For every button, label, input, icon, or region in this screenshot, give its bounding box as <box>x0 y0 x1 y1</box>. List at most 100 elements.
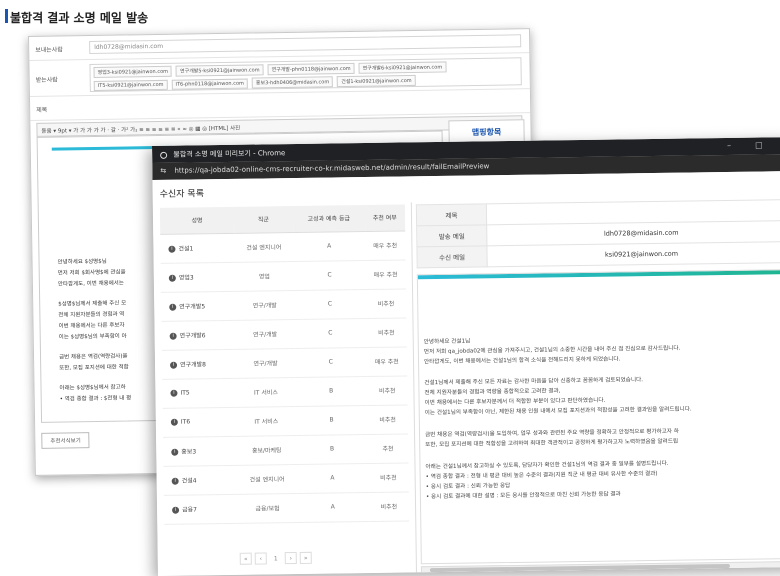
recipient-recommend: 비추천 <box>366 375 408 406</box>
column-header: 추천 여부 <box>364 204 406 232</box>
minimize-button[interactable]: – <box>727 141 731 150</box>
recipient-job: 연구/개발 <box>235 319 295 349</box>
table-row[interactable]: i IT5 IT 서비스 B 비추천 <box>162 375 408 408</box>
recipient-name: 연구개발5 <box>179 303 206 311</box>
table-row[interactable]: i 홍보3 홍보/마케팅 B 추천 <box>163 433 409 466</box>
recipient-recommend: 비추천 <box>365 317 407 348</box>
info-icon[interactable]: i <box>168 274 176 282</box>
recipient-name: 연구개발6 <box>179 332 206 340</box>
recipient-chip[interactable]: IT6-phn0118@jainwon.com <box>171 78 248 90</box>
mapping-panel-title: 맵핑항목 <box>471 127 502 138</box>
table-row[interactable]: i 영업3 영업 C 매우 추천 <box>160 259 407 292</box>
info-icon[interactable]: i <box>168 245 176 253</box>
email-line: 건설1님께서 제출해 주신 모든 자료는 감사한 마음을 담아 신중하고 꼼꼼하… <box>424 377 644 387</box>
last-page-button[interactable]: » <box>299 551 312 564</box>
recipient-grade: A <box>296 492 369 523</box>
recipient-chip[interactable]: 홍보3-hdh0406@midasin.com <box>251 76 334 89</box>
editor-line: • 역검 종합 결과 : $전형 내 평 <box>59 395 132 403</box>
recipient-job: 영업 <box>234 261 295 291</box>
editor-line: 이는 $성명$님의 부족함이 아 <box>58 333 127 341</box>
recipient-recommend: 추천 <box>367 433 409 464</box>
recipient-chip[interactable]: 연구개발-phn0118@jainwon.com <box>267 62 355 76</box>
info-value: ksi0921@jainwon.com <box>486 241 780 267</box>
info-icon[interactable]: i <box>170 389 178 397</box>
editor-line: 안녕하세요 $성명$님 <box>57 258 107 266</box>
recipient-grade: A <box>296 463 369 494</box>
column-header: 성명 <box>159 206 235 234</box>
info-icon[interactable]: i <box>169 332 177 340</box>
info-icon[interactable]: i <box>171 448 179 456</box>
info-icon[interactable]: i <box>171 477 179 485</box>
recipient-recommend: 비추천 <box>367 462 409 493</box>
recipient-recommend: 매우 추천 <box>365 259 407 290</box>
recipient-grade: C <box>294 347 367 378</box>
chrome-icon <box>160 151 168 159</box>
email-line: • 응시 검토 결과 : 신뢰 가능한 응답 <box>425 483 511 491</box>
recipient-table: 성명 직군 고성과 예측 등급 추천 여부 i 건설1 건설 엔지니어 A 매우 추천 … <box>159 204 410 524</box>
recipient-name: 연구개발8 <box>180 361 207 369</box>
recipient-job: 건설 엔지니어 <box>237 464 297 494</box>
editor-line: 안타깝게도, 이번 채용에서는 <box>57 280 124 288</box>
prev-page-button[interactable]: ‹ <box>254 552 267 565</box>
recipient-list-title: 수신자 목록 <box>159 189 205 200</box>
editor-line: 전체 지원자분들의 경험과 역 <box>58 311 125 319</box>
table-row[interactable]: i 금융7 금융/보험 A 비추천 <box>163 491 410 524</box>
recipient-grade: C <box>294 289 366 320</box>
email-line: 또한, 모집 포지션에 대한 적합성을 고려하여 최대한 객관적이고 공정하게 … <box>425 438 679 449</box>
recipient-chip[interactable]: 연구개발6-ksi0921@jainwon.com <box>358 61 447 74</box>
email-line: 전체 지원자분들의 경험과 역량을 종합적으로 고려한 결과, <box>424 388 561 397</box>
table-header-row: 성명 직군 고성과 예측 등급 추천 여부 <box>159 204 406 234</box>
next-page-button[interactable]: › <box>284 552 297 565</box>
current-page[interactable]: 1 <box>270 553 282 565</box>
recipient-name: 영업3 <box>178 274 194 282</box>
editor-line: 먼저 저희 $회사명$에 관심을 <box>57 269 126 277</box>
editor-line: 금번 채용은 역검(역량검사)을 <box>59 353 128 361</box>
email-accent-bar <box>417 270 780 280</box>
table-row[interactable]: i 연구개발5 연구/개발 C 비추천 <box>161 288 407 321</box>
info-label: 발송 메일 <box>416 224 487 247</box>
recipient-grade: C <box>293 260 366 291</box>
url-text[interactable]: https://qa-jobda02-online-cms-recruiter-… <box>174 162 489 174</box>
email-preview[interactable]: 안녕하세요 건설1님 먼저 저희 qa_jobda02에 관심을 가져주시고, … <box>416 269 780 565</box>
recipient-name: IT6 <box>180 418 191 426</box>
recipient-chip[interactable]: 건설1-ksi0921@jainwon.com <box>337 74 416 88</box>
page-title: 불합격 결과 소명 메일 발송 <box>10 11 149 25</box>
table-row[interactable]: i 건설1 건설 엔지니어 A 매우 추천 <box>160 230 406 263</box>
first-page-button[interactable]: « <box>239 552 252 565</box>
recipient-recommend: 비추천 <box>365 288 407 319</box>
recipient-name: 금융7 <box>182 506 197 514</box>
editor-line: 아래는 $성명$님께서 참고하 <box>59 384 126 392</box>
preview-button[interactable]: 추천서식보기 <box>41 432 90 449</box>
recipient-chip[interactable]: 연구개발5-ksi0921@jainwon.com <box>175 64 264 77</box>
page-title-accent <box>5 9 8 23</box>
table-row[interactable]: i 건설4 건설 엔지니어 A 비추천 <box>163 462 409 495</box>
column-header: 직군 <box>233 206 294 233</box>
preview-content: 수신자 목록 성명 직군 고성과 예측 등급 추천 여부 i 건설1 건설 엔지니어… <box>152 171 780 576</box>
info-icon[interactable]: i <box>172 506 180 514</box>
info-icon[interactable]: i <box>169 303 177 311</box>
info-icon[interactable]: i <box>170 418 178 426</box>
maximize-button[interactable]: □ <box>755 140 763 149</box>
recipient-recommend: 비추천 <box>367 404 409 435</box>
info-icon[interactable]: i <box>170 361 178 369</box>
recipient-chip[interactable]: 영업3-ksi0921@jainwon.com <box>93 65 173 78</box>
table-row[interactable]: i 연구개발6 연구/개발 C 비추천 <box>161 317 407 350</box>
recipient-name: IT5 <box>180 389 190 397</box>
site-settings-icon[interactable]: ⇆ <box>160 167 166 175</box>
email-line: 안녕하세요 건설1님 <box>423 338 471 346</box>
table-row[interactable]: i IT6 IT 서비스 B 비추천 <box>162 404 409 437</box>
recipient-name: 홍보3 <box>181 448 197 456</box>
recipients-label: 받는사람 <box>35 76 58 84</box>
email-line: 안타깝게도, 이번 채용에서는 건설1님의 합격 소식을 전해드리지 못하게 되… <box>424 356 621 366</box>
recipient-grade: B <box>296 434 368 465</box>
recipients-field[interactable]: 영업3-ksi0921@jainwon.com 연구개발5-ksi0921@jai… <box>89 57 522 93</box>
table-row[interactable]: i 연구개발8 연구/개발 C 매우 추천 <box>161 346 408 379</box>
scrollbar-thumb[interactable] <box>429 563 730 573</box>
email-line: 이번 채용에서는 다른 후보자분께서 더 적합한 부분이 있다고 판단하였습니다… <box>424 397 606 407</box>
recipient-recommend: 매우 추천 <box>364 230 406 261</box>
recipient-job: 금융/보험 <box>237 493 298 523</box>
recipient-grade: C <box>294 318 367 349</box>
sender-label: 보내는사람 <box>35 46 63 54</box>
recipient-chip[interactable]: IT5-ksi0921@jainwon.com <box>93 79 168 91</box>
sender-field[interactable]: ldh0728@midasin.com <box>89 34 522 55</box>
